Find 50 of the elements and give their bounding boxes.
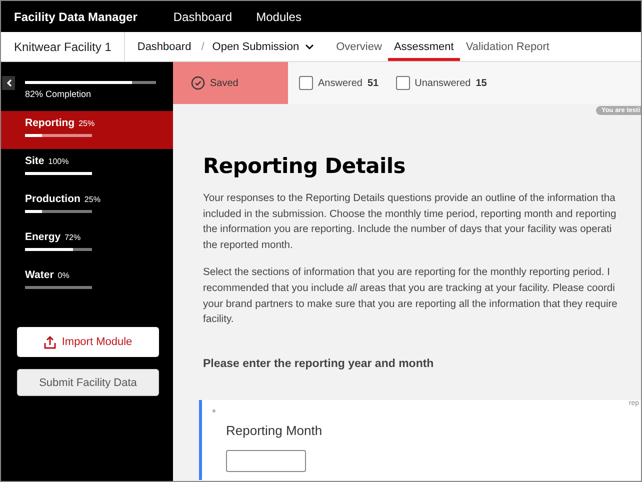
saved-label: Saved [210,78,238,88]
upload-icon [44,336,56,348]
section-percent: 100% [48,157,69,166]
section-item[interactable]: Energy 72% [1,225,173,263]
progress-bar [25,248,92,251]
completion-label: 82% Completion [25,89,92,99]
section-prompt: Please enter the reporting year and month [203,358,435,370]
section-item[interactable]: Production 25% [1,187,173,225]
chevron-left-icon [6,79,12,87]
tab[interactable]: Overview [330,32,388,61]
facility-name: Knitwear Facility 1 [1,32,126,61]
question-title: Reporting Month [226,422,324,438]
progress-bar [25,134,92,137]
app-title: Facility Data Manager [14,10,138,24]
section-name: Production [25,193,80,205]
required-mark: * [212,408,217,419]
check-circle-icon [191,76,205,90]
checkbox[interactable] [299,76,313,90]
section-name: Water [25,269,54,281]
description-paragraph: Select the sections of information that you are reporting for the monthly reporting period. I recommended that you include all areas that you are tracking at your facility. Please coordi your brand partners to make sure that you are reporting all the information that they require facility. [203,266,618,328]
section-percent: 72% [64,233,81,242]
breadcrumb-link[interactable]: Dashboard [137,40,192,52]
import-button[interactable]: Import Module [17,327,159,357]
page-title: Reporting Details [203,154,406,178]
nav-link[interactable]: Modules [256,10,302,24]
section-percent: 25% [84,195,100,204]
section-item[interactable]: Reporting 25% [1,111,173,149]
breadcrumb-separator: / [201,40,204,52]
section-name: Energy [25,231,61,243]
section-percent: 0% [58,271,70,280]
section-item[interactable]: Water 0% [1,263,173,301]
filter-label: Unanswered [414,78,471,88]
section-name: Site [25,155,44,167]
section-percent: 25% [78,119,95,128]
month-select[interactable] [226,450,306,472]
filter-label: Answered [318,78,362,88]
submission-dropdown[interactable]: Open Submission [212,40,314,52]
collapse-button[interactable] [2,76,15,90]
tab[interactable]: Validation Report [460,32,556,61]
filter-count: 15 [476,78,487,88]
filter-count: 51 [367,78,379,88]
checkbox[interactable] [396,76,410,90]
section-name: Reporting [25,117,75,129]
section-item[interactable]: Site 100% [1,149,173,187]
progress-bar [25,210,92,213]
submit-button[interactable]: Submit Facility Data [17,369,159,396]
chevron-down-icon [305,44,314,50]
progress-bar [25,172,92,175]
description-paragraph: Your responses to the Reporting Details questions provide an outline of the information tha included in the submission. Choose the monthly time period, reporting month and reporting the information you are reporting. Include the number of days that your facility was operati the reported month. [203,192,618,253]
nav-link[interactable]: Dashboard [173,10,232,24]
